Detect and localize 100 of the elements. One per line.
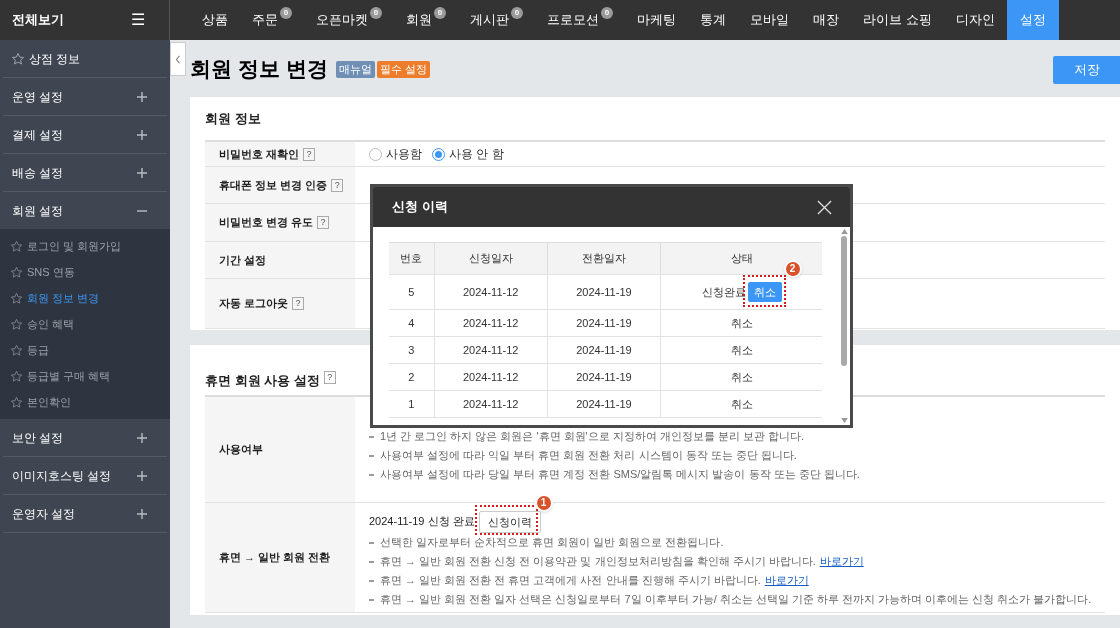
count-badge: 0 bbox=[434, 7, 446, 19]
row-label: 자동 로그아웃 bbox=[219, 296, 289, 312]
submenu-item[interactable]: 등급 bbox=[0, 337, 170, 363]
plus-icon[interactable] bbox=[137, 508, 147, 519]
star-icon[interactable] bbox=[10, 265, 23, 279]
nav-tab[interactable]: 통계 bbox=[688, 0, 738, 40]
star-icon[interactable] bbox=[10, 395, 23, 409]
collapse-tab[interactable] bbox=[170, 42, 186, 76]
note-text: 사용여부 설정에 따라 당일 부터 휴면 계정 전환 SMS/알림톡 메시지 발송이 동작 또는 중단 됩니다. bbox=[380, 467, 860, 483]
column-header: 전환일자 bbox=[547, 242, 661, 275]
dash-icon bbox=[369, 598, 374, 601]
dash-icon bbox=[369, 541, 374, 544]
dash-icon bbox=[369, 435, 374, 438]
table-cell: 2024-11-19 bbox=[547, 336, 661, 364]
table-cell: 2 bbox=[389, 363, 435, 391]
nav-tab[interactable]: 모바일 bbox=[738, 0, 801, 40]
nav-tab[interactable]: 회원 0 bbox=[394, 0, 458, 40]
scrollbar[interactable] bbox=[838, 227, 850, 425]
star-icon[interactable] bbox=[11, 51, 25, 66]
table-cell: 2024-11-19 bbox=[547, 390, 661, 418]
table-cell: 2024-11-12 bbox=[434, 309, 548, 337]
sidebar-item[interactable]: 상점 정보 bbox=[3, 40, 167, 78]
column-header: 신청일자 bbox=[434, 242, 548, 275]
shortcut-link[interactable]: 바로가기 bbox=[819, 553, 864, 570]
table-cell: 4 bbox=[389, 309, 435, 337]
note-text: 선택한 일자로부터 순차적으로 휴면 회원이 일반 회원으로 전환됩니다. bbox=[380, 535, 724, 551]
star-icon[interactable] bbox=[10, 317, 23, 331]
note-text: 휴면 → 일반 회원 전환 일자 선택은 신청일로부터 7일 이후부터 가능/ 취소는 선택일 기준 하루 전까지 가능하며 이후에는 신청 취소가 불가합니다. bbox=[380, 592, 1092, 608]
count-badge: 0 bbox=[511, 7, 523, 19]
dash-icon bbox=[369, 473, 374, 476]
highlight-frame bbox=[474, 504, 538, 535]
table-cell: 2024-11-12 bbox=[434, 390, 548, 418]
nav-tab[interactable]: 마케팅 bbox=[625, 0, 688, 40]
help-icon[interactable]: ? bbox=[323, 371, 336, 384]
radio-option[interactable]: 사용함 bbox=[369, 145, 422, 163]
callout-marker: 1 bbox=[534, 493, 553, 512]
dash-icon bbox=[369, 579, 374, 582]
help-icon[interactable]: ? bbox=[292, 297, 305, 310]
star-icon[interactable] bbox=[10, 369, 23, 383]
sidebar-group[interactable]: 운영자 설정 bbox=[3, 495, 167, 533]
dash-icon bbox=[369, 560, 374, 563]
table-cell: 2024-11-19 bbox=[547, 309, 661, 337]
count-badge: 0 bbox=[370, 7, 382, 19]
nav-tab[interactable]: 라이브 쇼핑 bbox=[851, 0, 944, 40]
table-cell: 2024-11-12 bbox=[434, 363, 548, 391]
status-text: 2024-11-19 신청 완료 bbox=[369, 513, 475, 529]
table-cell: 2024-11-19 bbox=[547, 363, 661, 391]
shortcut-link[interactable]: 바로가기 bbox=[764, 572, 809, 589]
submenu-item[interactable]: SNS 연동 bbox=[0, 259, 170, 285]
chevron-left-icon[interactable] bbox=[175, 54, 181, 64]
scroll-down-icon[interactable] bbox=[840, 418, 848, 423]
help-icon[interactable]: ? bbox=[331, 178, 344, 192]
sidebar-group[interactable]: 이미지호스팅 설정 bbox=[3, 457, 167, 495]
column-header: 번호 bbox=[389, 242, 435, 275]
plus-icon[interactable] bbox=[137, 432, 147, 443]
plus-icon[interactable] bbox=[137, 91, 147, 102]
row-label: 기간 설정 bbox=[219, 252, 267, 268]
row-label: 휴대폰 정보 변경 인증 bbox=[219, 177, 328, 193]
table-cell: 1 bbox=[389, 390, 435, 418]
dash-icon bbox=[369, 454, 374, 457]
row-label: 비밀번호 변경 유도 bbox=[219, 215, 314, 231]
sidebar-group[interactable]: 결제 설정 bbox=[3, 116, 167, 154]
plus-icon[interactable] bbox=[137, 167, 147, 178]
submenu-item[interactable]: 등급별 구매 혜택 bbox=[0, 363, 170, 389]
note-text: 휴면 → 일반 회원 전환 신청 전 이용약관 및 개인정보처리방침을 확인해 주시기 바랍니다. bbox=[380, 554, 816, 570]
status-text: 취소 bbox=[730, 396, 753, 412]
submenu-item[interactable]: 회원 정보 변경 bbox=[0, 285, 170, 311]
page-title: 회원 정보 변경 bbox=[190, 55, 328, 82]
sidebar-group[interactable]: 배송 설정 bbox=[3, 154, 167, 192]
star-icon[interactable] bbox=[10, 239, 23, 253]
submenu-item[interactable]: 본인확인 bbox=[0, 389, 170, 415]
help-icon[interactable]: ? bbox=[303, 147, 316, 161]
nav-tab[interactable]: 매장 bbox=[801, 0, 851, 40]
submenu-item[interactable]: 로그인 및 회원가입 bbox=[0, 233, 170, 259]
star-icon[interactable] bbox=[10, 343, 23, 357]
plus-icon[interactable] bbox=[137, 129, 147, 140]
scroll-thumb[interactable] bbox=[841, 236, 847, 366]
sidebar-group[interactable]: 운영 설정 bbox=[3, 78, 167, 116]
submenu-item[interactable]: 승인 혜택 bbox=[0, 311, 170, 337]
nav-tab[interactable]: 오픈마켓 0 bbox=[304, 0, 394, 40]
menu-icon[interactable]: ☰ bbox=[131, 12, 145, 28]
scroll-up-icon[interactable] bbox=[840, 229, 848, 234]
row-label: 휴면 → 일반 회원 전환 bbox=[219, 550, 331, 566]
plus-icon[interactable] bbox=[137, 470, 147, 481]
status-text: 취소 bbox=[730, 342, 753, 358]
section-heading: 회원 정보 bbox=[205, 110, 262, 128]
help-icon[interactable]: ? bbox=[317, 216, 330, 229]
nav-tab[interactable]: 게시판 0 bbox=[458, 0, 535, 40]
sidebar-group[interactable]: 보안 설정 bbox=[3, 419, 167, 457]
nav-tab[interactable]: 상품 bbox=[190, 0, 240, 40]
note-text: 사용여부 설정에 따라 익일 부터 휴면 회원 전환 처리 시스템이 동작 또는 중단 됩니다. bbox=[380, 448, 797, 464]
close-icon[interactable] bbox=[817, 199, 832, 215]
history-button[interactable]: 신청이력 bbox=[478, 511, 541, 534]
all-menu-label[interactable]: 전체보기 bbox=[12, 10, 64, 30]
radio-option[interactable]: 사용 안 함 bbox=[432, 145, 504, 163]
nav-tab[interactable]: 프로모션 0 bbox=[535, 0, 625, 40]
star-icon[interactable] bbox=[10, 291, 23, 305]
table-cell: 3 bbox=[389, 336, 435, 364]
nav-tab[interactable]: 디자인 bbox=[943, 0, 1007, 40]
nav-tab[interactable]: 주문 0 bbox=[240, 0, 304, 40]
